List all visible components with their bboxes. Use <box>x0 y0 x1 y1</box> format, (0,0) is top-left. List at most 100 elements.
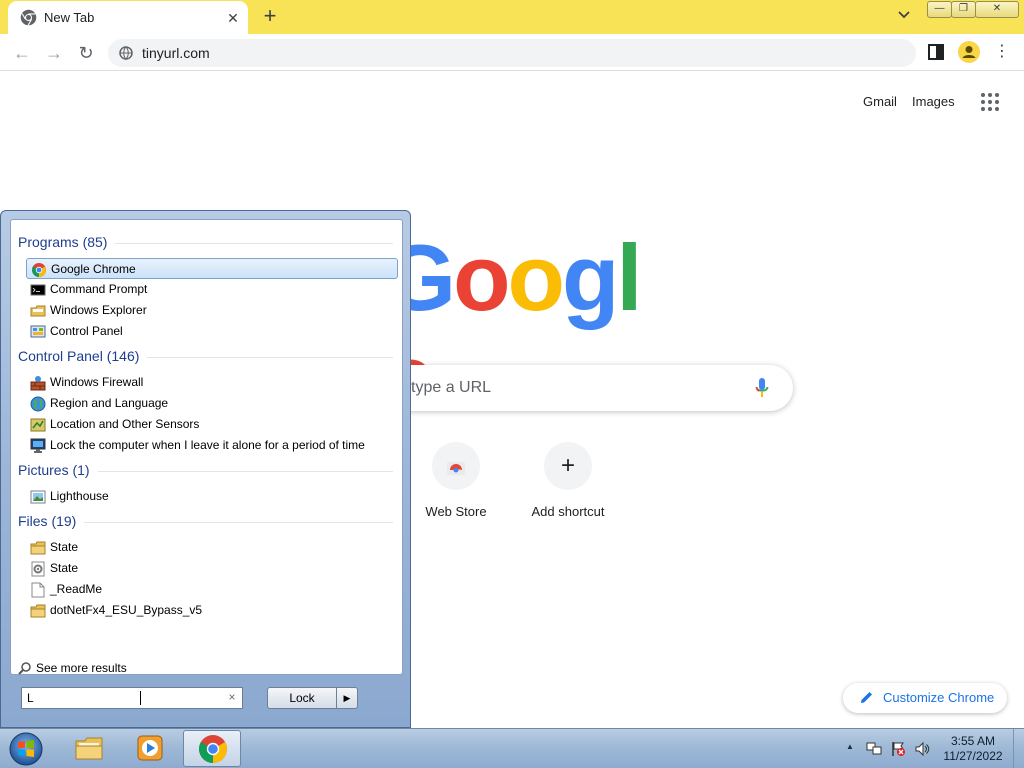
search-result-item[interactable]: Windows Explorer <box>26 300 398 321</box>
folder-icon <box>30 604 46 618</box>
sensor-icon <box>30 418 46 432</box>
search-result-label: Windows Explorer <box>50 303 147 317</box>
globe-icon <box>30 396 46 412</box>
new-tab-button[interactable]: + <box>258 5 282 29</box>
folder-icon <box>75 737 103 760</box>
address-bar[interactable]: tinyurl.com <box>108 39 916 67</box>
reload-button[interactable]: ↻ <box>74 41 98 65</box>
search-result-item[interactable]: State <box>26 537 398 558</box>
search-result-label: Control Panel <box>50 324 123 338</box>
search-result-item[interactable]: Location and Other Sensors <box>26 414 398 435</box>
search-result-label: State <box>50 540 79 554</box>
back-button[interactable]: ← <box>10 41 34 65</box>
url-text: tinyurl.com <box>142 45 210 61</box>
media-player-icon <box>137 735 163 761</box>
section-divider <box>115 243 393 244</box>
text-file-icon <box>31 582 45 598</box>
microphone-icon[interactable] <box>755 377 769 399</box>
clock-time: 3:55 AM <box>950 734 996 748</box>
section-divider <box>147 357 393 358</box>
window-close-button[interactable]: ✕ <box>975 1 1019 18</box>
plus-icon: + <box>560 452 575 479</box>
site-info-icon[interactable] <box>119 46 133 60</box>
search-result-item[interactable]: Region and Language <box>26 393 398 414</box>
webstore-icon <box>447 462 465 475</box>
section-divider <box>98 471 393 472</box>
logo-letter: o <box>507 225 565 330</box>
browser-toolbar: ← → ↻ tinyurl.com ⋮ <box>0 34 1024 71</box>
taskbar-chrome-button[interactable] <box>183 730 241 767</box>
volume-icon[interactable] <box>914 741 930 757</box>
search-result-item[interactable]: Lock the computer when I leave it alone … <box>26 435 398 456</box>
forward-button[interactable]: → <box>42 41 66 65</box>
search-result-item[interactable]: dotNetFx4_ESU_Bypass_v5 <box>26 600 398 621</box>
show-desktop-button[interactable] <box>1013 729 1024 768</box>
search-result-item[interactable]: _ReadMe <box>26 579 398 600</box>
tab-search-chevron-icon[interactable] <box>894 8 914 28</box>
section-divider <box>84 522 393 523</box>
logo-letter: l <box>616 225 642 330</box>
see-more-results-link[interactable]: See more results <box>18 659 218 677</box>
search-result-item[interactable]: State <box>26 558 398 579</box>
images-link[interactable]: Images <box>912 94 955 109</box>
control-panel-icon <box>30 325 46 338</box>
shutdown-options-arrow-icon[interactable]: ▶ <box>336 687 358 709</box>
section-header[interactable]: Files (19) <box>18 513 76 529</box>
action-center-flag-icon[interactable] <box>890 741 906 757</box>
taskbar-explorer-button[interactable] <box>60 730 118 767</box>
section-header[interactable]: Control Panel (146) <box>18 348 139 364</box>
taskbar-media-player-button[interactable] <box>121 730 179 767</box>
window-minimize-button[interactable]: — <box>927 1 952 18</box>
section-header[interactable]: Programs (85) <box>18 234 107 250</box>
tab-new-tab[interactable]: New Tab ✕ <box>8 1 248 34</box>
person-icon <box>962 46 976 58</box>
logo-letter: o <box>453 225 510 330</box>
search-results-panel: Programs (85) Google Chrome Command Prompt… <box>10 219 403 675</box>
pencil-icon <box>861 692 872 703</box>
search-result-item[interactable]: Command Prompt <box>26 279 398 300</box>
see-more-label: See more results <box>36 661 127 675</box>
ntp-search-box[interactable]: type a URL <box>388 365 793 411</box>
start-button-icon[interactable] <box>6 731 46 767</box>
network-icon[interactable] <box>866 741 882 757</box>
start-search-input[interactable]: L × <box>21 687 243 709</box>
text-cursor <box>140 691 141 705</box>
search-result-item[interactable]: Windows Firewall <box>26 372 398 393</box>
search-result-item[interactable]: Control Panel <box>26 321 398 342</box>
search-result-label: State <box>50 561 79 575</box>
show-hidden-icons-arrow[interactable]: ▲ <box>846 742 856 752</box>
firewall-icon <box>30 376 46 391</box>
image-file-icon <box>30 490 46 504</box>
shortcut-add[interactable]: + Add shortcut <box>512 442 624 519</box>
taskbar: ▲ 3:55 AM 11/27/2022 <box>0 728 1024 768</box>
search-result-label: Command Prompt <box>50 282 148 296</box>
side-panel-icon[interactable] <box>928 44 944 60</box>
window-maximize-button[interactable]: ❐ <box>951 1 976 18</box>
monitor-icon <box>30 438 46 453</box>
settings-file-icon <box>31 561 45 577</box>
search-result-label: Windows Firewall <box>50 375 144 389</box>
profile-avatar[interactable] <box>958 41 980 63</box>
logo-letter: g <box>561 225 619 330</box>
shortcut-label: Add shortcut <box>531 504 605 519</box>
chrome-icon <box>20 9 37 26</box>
chrome-icon <box>199 735 227 763</box>
section-header[interactable]: Pictures (1) <box>18 462 90 478</box>
lock-button[interactable]: Lock <box>267 687 337 709</box>
explorer-icon <box>30 305 46 317</box>
system-clock[interactable]: 3:55 AM 11/27/2022 <box>938 734 1008 764</box>
chrome-icon <box>32 263 46 277</box>
tab-close-icon[interactable]: ✕ <box>224 9 242 27</box>
start-menu: Programs (85) Google Chrome Command Prompt… <box>0 210 411 728</box>
tab-strip: New Tab ✕ + — ❐ ✕ <box>0 0 1024 34</box>
shortcut-web-store[interactable]: Web Store <box>400 442 512 519</box>
search-result-item[interactable]: Google Chrome <box>26 258 398 279</box>
customize-chrome-button[interactable]: Customize Chrome <box>843 683 1007 713</box>
chrome-menu-button[interactable]: ⋮ <box>994 42 1010 62</box>
clear-search-icon[interactable]: × <box>225 689 239 705</box>
gmail-link[interactable]: Gmail <box>863 94 897 109</box>
google-apps-icon[interactable] <box>980 92 1000 112</box>
search-result-item[interactable]: Lighthouse <box>26 486 398 507</box>
google-logo: Google <box>383 225 663 428</box>
search-result-label: Location and Other Sensors <box>50 417 200 431</box>
